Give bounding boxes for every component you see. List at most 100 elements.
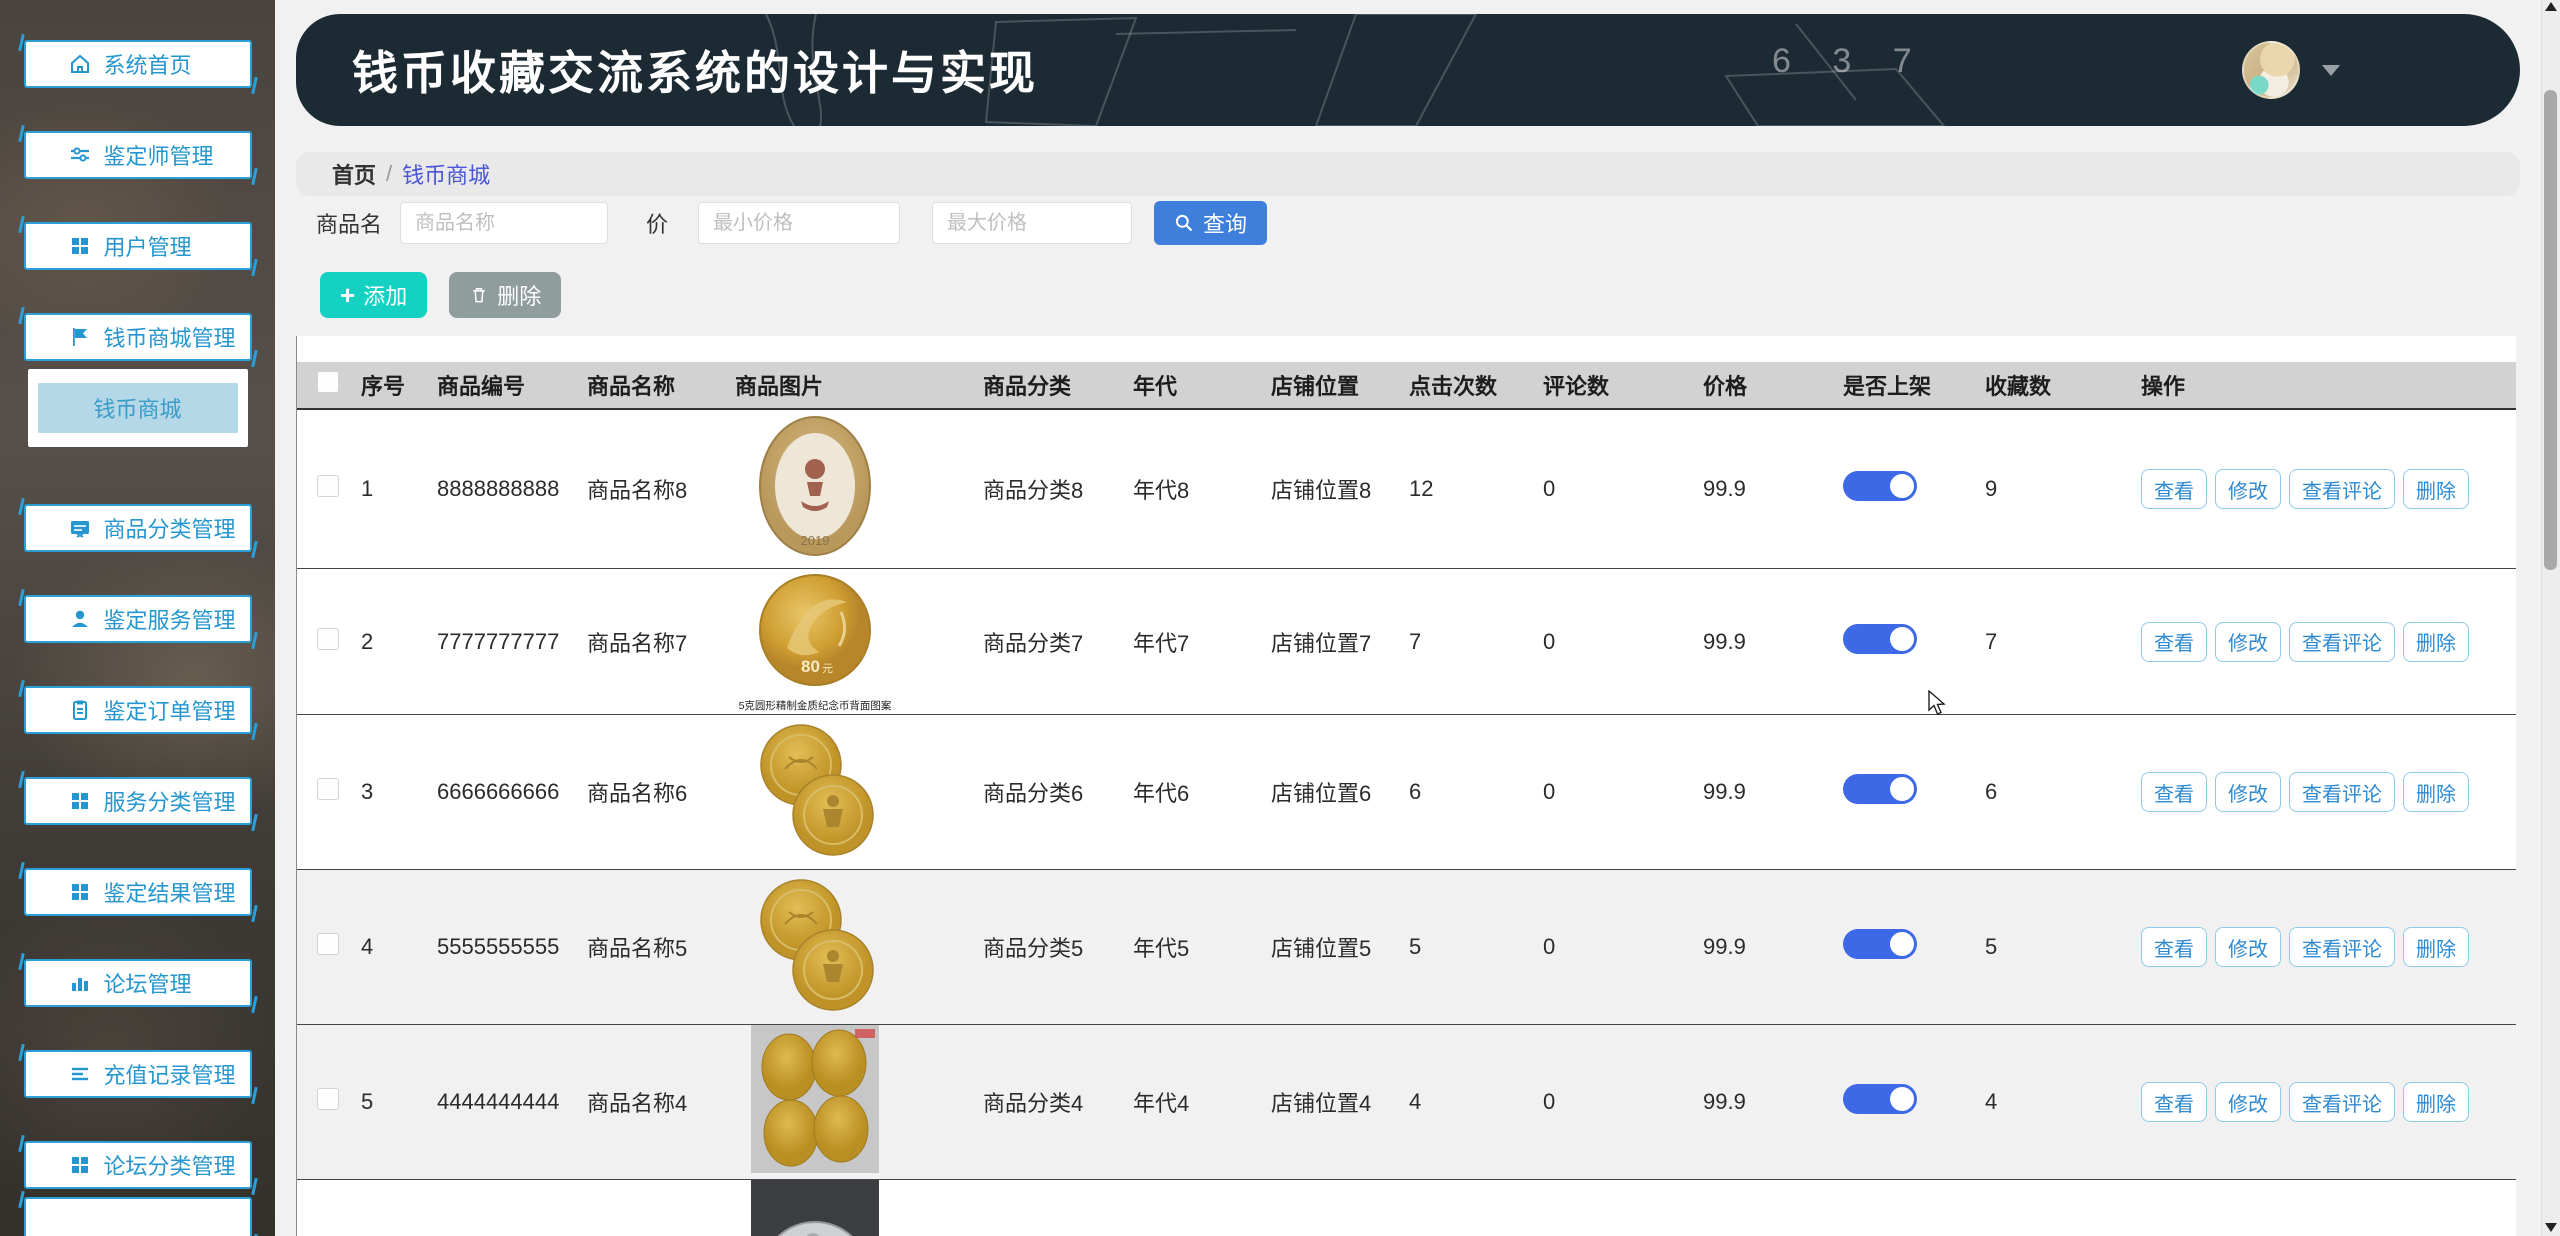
chevron-down-icon[interactable]: [2322, 65, 2340, 76]
delete-button-label: 删除: [497, 279, 541, 311]
sidebar-item-label: 用户管理: [104, 230, 192, 262]
column-header: 商品分类: [983, 369, 1133, 401]
on-shelf-toggle[interactable]: [1843, 1084, 1917, 1114]
sidebar-item-12[interactable]: 论坛分类管理: [24, 1141, 252, 1189]
sidebar-item-10[interactable]: 论坛管理: [24, 959, 252, 1007]
cell-name: 商品名称4: [587, 1086, 735, 1118]
sidebar-item-6[interactable]: 鉴定服务管理: [24, 595, 252, 643]
edit-button[interactable]: 修改: [2215, 469, 2281, 509]
row-checkbox[interactable]: [317, 933, 339, 955]
column-header: 店铺位置: [1271, 369, 1409, 401]
column-header: 商品名称: [587, 369, 735, 401]
sidebar-subitem[interactable]: 钱币商城: [38, 383, 238, 433]
row-checkbox[interactable]: [317, 628, 339, 650]
cell-shop: 店铺位置5: [1271, 931, 1409, 963]
view-comments-button[interactable]: 查看评论: [2289, 469, 2395, 509]
view-comments-button[interactable]: 查看评论: [2289, 927, 2395, 967]
column-header: 点击次数: [1409, 369, 1543, 401]
svg-text:2019: 2019: [801, 533, 830, 548]
view-button[interactable]: 查看: [2141, 469, 2207, 509]
sidebar-item-1[interactable]: 系统首页: [24, 40, 252, 88]
on-shelf-toggle[interactable]: [1843, 929, 1917, 959]
edit-button[interactable]: 修改: [2215, 1082, 2281, 1122]
on-shelf-toggle[interactable]: [1843, 624, 1917, 654]
on-shelf-toggle[interactable]: [1843, 471, 1917, 501]
coin-image: [751, 715, 879, 863]
delete-button[interactable]: 删除: [2403, 927, 2469, 967]
delete-button[interactable]: 删除: [2403, 469, 2469, 509]
sidebar-item-11[interactable]: 充值记录管理: [24, 1050, 252, 1098]
cell-comments: 0: [1543, 934, 1703, 960]
card-icon: [68, 516, 92, 540]
scroll-up-arrow-icon[interactable]: [2545, 2, 2557, 11]
cell-favorites: 9: [1985, 476, 2141, 502]
breadcrumb-home[interactable]: 首页: [332, 158, 376, 190]
view-comments-button[interactable]: 查看评论: [2289, 1082, 2395, 1122]
coin-image: [751, 870, 879, 1018]
scroll-down-arrow-icon[interactable]: [2545, 1223, 2557, 1232]
cell-image: [735, 715, 983, 869]
product-name-input[interactable]: [400, 202, 608, 244]
on-shelf-toggle[interactable]: [1843, 774, 1917, 804]
edit-button[interactable]: 修改: [2215, 622, 2281, 662]
search-button[interactable]: 查询: [1154, 201, 1267, 245]
page-title: 钱币收藏交流系统的设计与实现: [352, 14, 1038, 126]
sidebar-item-2[interactable]: 鉴定师管理: [24, 131, 252, 179]
sidebar-item-5[interactable]: 商品分类管理: [24, 504, 252, 552]
column-header: 序号: [361, 369, 437, 401]
sidebar-item-8[interactable]: 服务分类管理: [24, 777, 252, 825]
cell-image: 2019: [735, 411, 983, 567]
cell-select: [297, 628, 361, 656]
cell-clicks: 5: [1409, 934, 1543, 960]
delete-button[interactable]: 删除: [2403, 772, 2469, 812]
cell-name: 商品名称5: [587, 931, 735, 963]
cell-image: 80元5克圆形精制金质纪念币背面图案: [735, 570, 983, 713]
row-checkbox[interactable]: [317, 475, 339, 497]
cell-favorites: 6: [1985, 779, 2141, 805]
user-area: [2242, 14, 2340, 126]
app-header: 6 3 7 钱币收藏交流系统的设计与实现: [296, 14, 2520, 126]
add-button[interactable]: + 添加: [320, 272, 427, 318]
avatar[interactable]: [2242, 41, 2300, 99]
delete-button[interactable]: 删除: [2403, 622, 2469, 662]
row-checkbox[interactable]: [317, 1088, 339, 1110]
cell-price: 99.9: [1703, 476, 1843, 502]
view-comments-button[interactable]: 查看评论: [2289, 772, 2395, 812]
column-header: 评论数: [1543, 369, 1703, 401]
min-price-input[interactable]: [698, 202, 900, 244]
edit-button[interactable]: 修改: [2215, 772, 2281, 812]
sidebar-item-3[interactable]: 用户管理: [24, 222, 252, 270]
max-price-input[interactable]: [932, 202, 1132, 244]
coin-image: [751, 1025, 879, 1173]
view-button[interactable]: 查看: [2141, 927, 2207, 967]
sidebar-item-9[interactable]: 鉴定结果管理: [24, 868, 252, 916]
view-comments-button[interactable]: 查看评论: [2289, 622, 2395, 662]
sidebar-item-7[interactable]: 鉴定订单管理: [24, 686, 252, 734]
breadcrumb: 首页 / 钱币商城: [296, 152, 2520, 196]
cell-on-shelf: [1843, 624, 1985, 660]
scrollbar[interactable]: [2541, 0, 2560, 1236]
view-button[interactable]: 查看: [2141, 1082, 2207, 1122]
main-content: 6 3 7 钱币收藏交流系统的设计与实现 首页 / 钱币商城 商品名 价 查: [275, 0, 2560, 1236]
cell-category: 商品分类7: [983, 626, 1133, 658]
delete-selected-button[interactable]: 删除: [449, 272, 561, 318]
cell-actions: 查看修改查看评论删除: [2141, 1082, 2516, 1122]
view-button[interactable]: 查看: [2141, 622, 2207, 662]
cell-on-shelf: [1843, 929, 1985, 965]
sidebar-item-4[interactable]: 钱币商城管理: [24, 313, 252, 361]
delete-button[interactable]: 删除: [2403, 1082, 2469, 1122]
grid-icon: [68, 789, 92, 813]
select-all-checkbox[interactable]: [317, 371, 339, 393]
sidebar-item-partial[interactable]: [24, 1197, 252, 1236]
view-button[interactable]: 查看: [2141, 772, 2207, 812]
product-image: [735, 870, 895, 1024]
table-body: 18888888888商品名称82019商品分类8年代8店铺位置812099.9…: [297, 410, 2516, 1236]
edit-button[interactable]: 修改: [2215, 927, 2281, 967]
cell-image: [735, 870, 983, 1024]
sidebar-item-label: 商品分类管理: [104, 512, 236, 544]
cell-select: [297, 475, 361, 503]
cell-index: 2: [361, 629, 437, 655]
scrollbar-thumb[interactable]: [2544, 90, 2557, 570]
row-checkbox[interactable]: [317, 778, 339, 800]
product-image: [735, 1025, 895, 1179]
